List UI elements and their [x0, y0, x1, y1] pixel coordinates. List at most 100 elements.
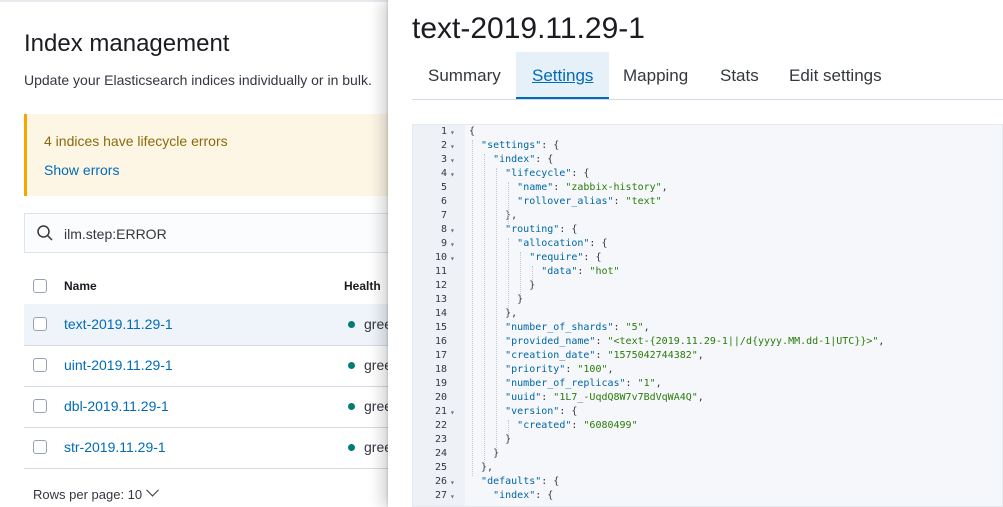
line-number: 1	[440, 126, 447, 137]
line-number: 15	[434, 322, 447, 333]
tab-summary[interactable]: Summary	[412, 52, 517, 99]
flyout-tabs: Summary Settings Mapping Stats Edit sett…	[412, 52, 1003, 100]
table-row[interactable]: str-2019.11.29-1 gree	[24, 427, 404, 469]
row-checkbox[interactable]	[33, 399, 47, 413]
row-checkbox[interactable]	[33, 440, 47, 454]
fold-toggle-icon[interactable]: ▾	[450, 128, 455, 137]
indent-guide	[496, 168, 498, 448]
table-row[interactable]: dbl-2019.11.29-1 gree	[24, 386, 404, 428]
fold-toggle-icon[interactable]: ▾	[450, 226, 455, 235]
index-details-flyout: text-2019.11.29-1 Summary Settings Mappi…	[388, 0, 1003, 507]
fold-toggle-icon[interactable]: ▾	[450, 156, 455, 165]
code-line: "priority": "100",	[505, 364, 614, 375]
row-checkbox[interactable]	[33, 358, 47, 372]
code-line: "creation_date": "1575042744382",	[505, 350, 704, 361]
tab-stats[interactable]: Stats	[704, 52, 775, 99]
lifecycle-errors-callout: 4 indices have lifecycle errors Show err…	[24, 114, 407, 196]
health-dot-icon	[348, 362, 355, 369]
tab-settings[interactable]: Settings	[516, 52, 610, 99]
table-header: Name Health	[24, 268, 404, 305]
code-line: },	[469, 210, 518, 221]
code-line: }	[469, 434, 512, 445]
code-line: "routing": {	[505, 224, 578, 235]
page-description: Update your Elasticsearch indices indivi…	[24, 72, 372, 88]
line-number: 17	[434, 350, 447, 361]
health-dot-icon	[348, 321, 355, 328]
rows-per-page-button[interactable]: Rows per page: 10	[33, 483, 159, 502]
fold-toggle-icon[interactable]: ▾	[450, 170, 455, 179]
indent-guide	[484, 154, 486, 462]
code-line: "version": {	[505, 406, 578, 417]
tab-edit-settings[interactable]: Edit settings	[773, 52, 898, 99]
indent-guide	[532, 266, 534, 280]
code-line: "lifecycle": {	[505, 168, 590, 179]
index-name-link[interactable]: uint-2019.11.29-1	[64, 357, 173, 373]
indent-guide	[508, 238, 510, 308]
code-line: "uuid": "1L7_-UqdQ8W7v7BdVqWA4Q",	[505, 392, 704, 403]
code-line: },	[469, 308, 518, 319]
code-line: "index": {	[493, 490, 554, 501]
line-number: 20	[434, 392, 447, 403]
line-number: 10	[434, 252, 447, 263]
line-number: 18	[434, 364, 447, 375]
line-number: 16	[434, 336, 447, 347]
fold-toggle-icon[interactable]: ▾	[450, 240, 455, 249]
settings-code-editor[interactable]: 1 ▾{2 ▾ "settings": {3 ▾ "index": {4 ▾ "life…	[412, 124, 1003, 507]
select-all-checkbox[interactable]	[33, 279, 47, 293]
search-icon	[37, 225, 53, 241]
fold-toggle-icon[interactable]: ▾	[450, 492, 455, 501]
line-number: 8	[440, 224, 447, 235]
line-number: 24	[434, 448, 447, 459]
line-number: 14	[434, 308, 447, 319]
table-row[interactable]: text-2019.11.29-1 gree	[24, 304, 404, 346]
line-number: 6	[440, 196, 447, 207]
table-row[interactable]: uint-2019.11.29-1 gree	[24, 345, 404, 387]
fold-toggle-icon[interactable]: ▾	[450, 408, 455, 417]
column-header-health[interactable]: Health	[344, 279, 381, 293]
line-number: 7	[440, 210, 447, 221]
line-number: 2	[440, 140, 447, 151]
rows-per-page-label: Rows per page: 10	[33, 487, 143, 502]
line-number: 9	[440, 238, 447, 249]
callout-title: 4 indices have lifecycle errors	[44, 133, 228, 149]
line-number: 13	[434, 294, 447, 305]
tab-mapping[interactable]: Mapping	[607, 52, 704, 99]
line-number: 21	[434, 406, 447, 417]
index-name-link[interactable]: dbl-2019.11.29-1	[64, 398, 169, 414]
chevron-down-icon	[146, 483, 159, 497]
code-line: "index": {	[493, 154, 554, 165]
code-line: "data": "hot"	[541, 266, 620, 277]
code-line: "created": "6080499"	[517, 420, 638, 431]
fold-toggle-icon[interactable]: ▾	[450, 254, 455, 263]
row-checkbox[interactable]	[33, 317, 47, 331]
code-line: "number_of_replicas": "1",	[505, 378, 662, 389]
column-header-name[interactable]: Name	[64, 279, 97, 293]
line-number: 27	[434, 490, 447, 501]
line-number: 26	[434, 476, 447, 487]
health-dot-icon	[348, 403, 355, 410]
search-input[interactable]: ilm.step:ERROR	[24, 213, 404, 253]
fold-toggle-icon[interactable]: ▾	[450, 142, 455, 151]
flyout-title: text-2019.11.29-1	[412, 12, 645, 45]
code-line: {	[469, 126, 476, 137]
page-title: Index management	[24, 30, 230, 57]
indent-guide	[520, 252, 522, 294]
index-name-link[interactable]: text-2019.11.29-1	[64, 316, 173, 332]
fold-toggle-icon[interactable]: ▾	[450, 478, 455, 487]
indent-guide	[508, 420, 510, 434]
line-number: 25	[434, 462, 447, 473]
indent-guide	[508, 182, 510, 224]
code-line: }	[469, 280, 536, 291]
health-dot-icon	[348, 444, 355, 451]
code-line: "provided_name": "<text-{2019.11.29-1||/…	[505, 336, 885, 347]
search-query: ilm.step:ERROR	[64, 226, 167, 242]
line-number: 12	[434, 280, 447, 291]
code-line: "settings": {	[481, 140, 560, 151]
indent-guide	[472, 140, 473, 476]
line-number: 3	[440, 154, 447, 165]
code-line: "allocation": {	[517, 238, 608, 249]
show-errors-link[interactable]: Show errors	[44, 162, 119, 178]
index-name-link[interactable]: str-2019.11.29-1	[64, 439, 166, 455]
code-line: "defaults": {	[481, 476, 560, 487]
line-number: 5	[440, 182, 447, 193]
